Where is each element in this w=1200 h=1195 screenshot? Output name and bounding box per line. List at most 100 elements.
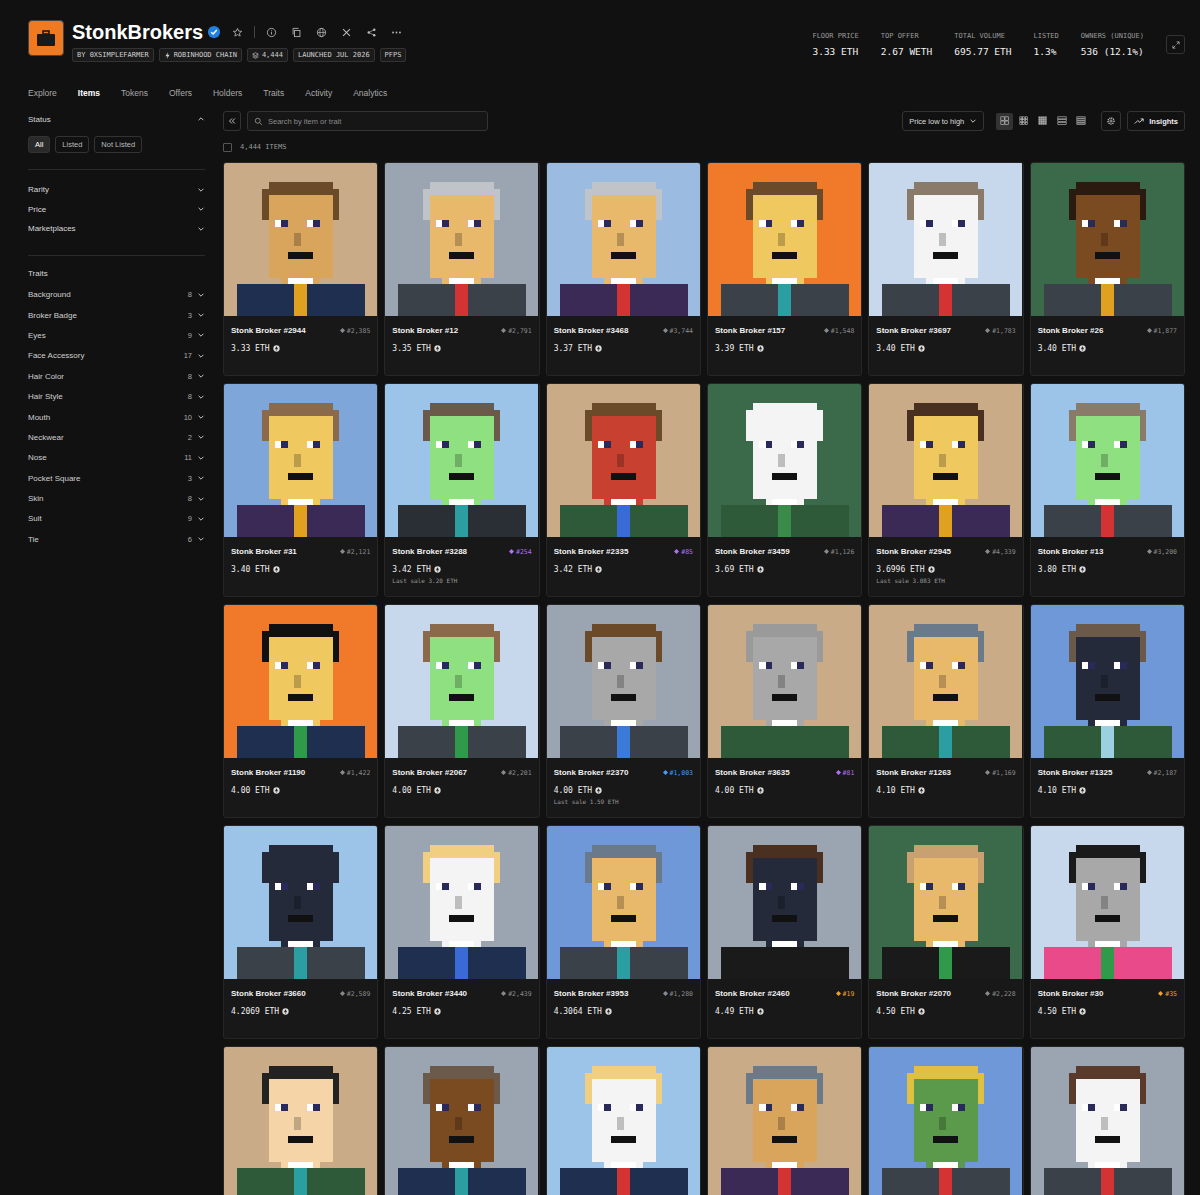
tab[interactable]: Activity bbox=[305, 88, 332, 98]
star-icon[interactable] bbox=[232, 27, 243, 38]
nft-card[interactable]: Stonk Broker #3459#1,1263.69 ETH bbox=[707, 383, 862, 597]
nft-card[interactable]: Stonk Broker #157#1,5483.39 ETH bbox=[707, 162, 862, 376]
more-icon[interactable] bbox=[391, 27, 402, 38]
expand-button[interactable] bbox=[1166, 35, 1185, 54]
nft-card[interactable] bbox=[707, 1046, 862, 1195]
trait-filter[interactable]: Pocket Square3 bbox=[28, 468, 205, 488]
trait-filter[interactable]: Nose11 bbox=[28, 448, 205, 468]
tab[interactable]: Tokens bbox=[121, 88, 148, 98]
nft-card[interactable]: Stonk Broker #2370#1,0034.00 ETHLast sal… bbox=[546, 604, 701, 818]
status-header[interactable]: Status bbox=[28, 111, 205, 126]
nft-card[interactable]: Stonk Broker #3468#3,7443.37 ETH bbox=[546, 162, 701, 376]
share-icon[interactable] bbox=[366, 27, 377, 38]
nft-card[interactable]: Stonk Broker #30#354.50 ETH bbox=[1030, 825, 1185, 1039]
nft-card[interactable]: Stonk Broker #1190#1,4224.00 ETH bbox=[223, 604, 378, 818]
nft-portrait bbox=[1031, 605, 1184, 758]
copy-icon[interactable] bbox=[291, 27, 302, 38]
item-price: 3.37 ETH bbox=[554, 344, 693, 353]
view-mode-button[interactable] bbox=[1053, 113, 1070, 130]
status-filter-button[interactable]: Listed bbox=[55, 136, 89, 153]
trait-filter[interactable]: Face Accessory17 bbox=[28, 346, 205, 366]
nft-card[interactable]: Stonk Broker #2460#194.49 ETH bbox=[707, 825, 862, 1039]
insights-button[interactable]: Insights bbox=[1127, 111, 1185, 131]
trait-filter[interactable]: Neckwear2 bbox=[28, 427, 205, 447]
item-name: Stonk Broker #3459 bbox=[715, 547, 790, 556]
nft-card[interactable] bbox=[546, 1046, 701, 1195]
card-info: Stonk Broker #2460#194.49 ETH bbox=[708, 979, 861, 1038]
nft-card[interactable]: Stonk Broker #2067#2,2014.00 ETH bbox=[384, 604, 539, 818]
view-mode-button[interactable] bbox=[1015, 113, 1032, 130]
nft-card[interactable]: Stonk Broker #3288#2543.42 ETHLast sale … bbox=[384, 383, 539, 597]
nft-card[interactable]: Stonk Broker #31#2,1213.40 ETH bbox=[223, 383, 378, 597]
tab[interactable]: Items bbox=[78, 88, 100, 98]
last-sale: Last sale 1.59 ETH bbox=[554, 798, 693, 805]
nft-card[interactable] bbox=[384, 1046, 539, 1195]
filter-section[interactable]: Marketplaces bbox=[28, 219, 205, 239]
nft-card[interactable]: Stonk Broker #3953#1,2804.3064 ETH bbox=[546, 825, 701, 1039]
trait-filter[interactable]: Tie6 bbox=[28, 529, 205, 549]
collection-logo[interactable] bbox=[28, 20, 64, 56]
info-icon[interactable] bbox=[266, 27, 277, 38]
settings-button[interactable] bbox=[1101, 111, 1121, 131]
nft-portrait bbox=[224, 826, 377, 979]
nft-portrait bbox=[547, 384, 700, 537]
nft-card[interactable]: Stonk Broker #2945#4,3393.6996 ETHLast s… bbox=[868, 383, 1023, 597]
nft-card[interactable]: Stonk Broker #3660#2,5894.2069 ETH bbox=[223, 825, 378, 1039]
filter-section[interactable]: Price bbox=[28, 200, 205, 220]
status-filter-button[interactable]: Not Listed bbox=[94, 136, 142, 153]
nft-card[interactable]: Stonk Broker #2335#853.42 ETH bbox=[546, 383, 701, 597]
nft-card[interactable]: Stonk Broker #13#3,2003.80 ETH bbox=[1030, 383, 1185, 597]
card-info: Stonk Broker #1325#2,1874.10 ETH bbox=[1031, 758, 1184, 817]
search-field[interactable]: Search by item or trait bbox=[247, 111, 488, 131]
eth-icon bbox=[273, 566, 280, 573]
nft-card[interactable] bbox=[223, 1046, 378, 1195]
view-mode-button[interactable] bbox=[1072, 113, 1089, 130]
trait-filter[interactable]: Mouth10 bbox=[28, 407, 205, 427]
trait-filter[interactable]: Hair Color8 bbox=[28, 366, 205, 386]
nft-portrait bbox=[708, 605, 861, 758]
nft-card[interactable]: Stonk Broker #3440#2,4394.25 ETH bbox=[384, 825, 539, 1039]
item-price: 4.25 ETH bbox=[392, 1007, 531, 1016]
sort-dropdown[interactable]: Price low to high bbox=[902, 111, 984, 131]
collapse-sidebar-button[interactable] bbox=[223, 111, 241, 131]
card-info: Stonk Broker #157#1,5483.39 ETH bbox=[708, 316, 861, 375]
item-name: Stonk Broker #26 bbox=[1038, 326, 1104, 335]
nft-card[interactable]: Stonk Broker #2070#2,2284.50 ETH bbox=[868, 825, 1023, 1039]
nft-card[interactable]: Stonk Broker #1325#2,1874.10 ETH bbox=[1030, 604, 1185, 818]
nft-card[interactable]: Stonk Broker #3635#814.00 ETH bbox=[707, 604, 862, 818]
item-price: 3.40 ETH bbox=[231, 565, 370, 574]
select-all-checkbox[interactable] bbox=[223, 143, 232, 152]
items-content: Search by item or trait Price low to high… bbox=[223, 111, 1185, 1195]
tab[interactable]: Traits bbox=[263, 88, 284, 98]
nft-card[interactable]: Stonk Broker #12#2,7913.35 ETH bbox=[384, 162, 539, 376]
nft-card[interactable] bbox=[868, 1046, 1023, 1195]
nft-card[interactable]: Stonk Broker #3697#1,7833.40 ETH bbox=[868, 162, 1023, 376]
trait-filter[interactable]: Eyes9 bbox=[28, 325, 205, 345]
card-info: Stonk Broker #2067#2,2014.00 ETH bbox=[385, 758, 538, 817]
diamond-icon bbox=[663, 991, 668, 996]
tab[interactable]: Holders bbox=[213, 88, 242, 98]
nft-portrait bbox=[224, 605, 377, 758]
status-filter-button[interactable]: All bbox=[28, 136, 50, 153]
trait-filter[interactable]: Hair Style8 bbox=[28, 386, 205, 406]
nft-card[interactable] bbox=[1030, 1046, 1185, 1195]
item-price: 3.33 ETH bbox=[231, 344, 370, 353]
globe-icon[interactable] bbox=[316, 27, 327, 38]
nft-portrait bbox=[1031, 163, 1184, 316]
x-logo-icon[interactable] bbox=[341, 27, 352, 38]
tab[interactable]: Explore bbox=[28, 88, 57, 98]
view-mode-button[interactable] bbox=[1034, 113, 1051, 130]
tab[interactable]: Analytics bbox=[353, 88, 387, 98]
trait-filter[interactable]: Broker Badge3 bbox=[28, 305, 205, 325]
filter-section[interactable]: Rarity bbox=[28, 180, 205, 200]
trait-filter[interactable]: Skin8 bbox=[28, 488, 205, 508]
nft-card[interactable]: Stonk Broker #1263#1,1694.10 ETH bbox=[868, 604, 1023, 818]
trait-filter[interactable]: Background8 bbox=[28, 285, 205, 305]
nft-card[interactable]: Stonk Broker #26#1,8773.40 ETH bbox=[1030, 162, 1185, 376]
item-price: 4.50 ETH bbox=[876, 1007, 1015, 1016]
nft-card[interactable]: Stonk Broker #2944#2,3853.33 ETH bbox=[223, 162, 378, 376]
tab[interactable]: Offers bbox=[169, 88, 192, 98]
view-mode-button[interactable] bbox=[996, 113, 1013, 130]
stat: TOTAL VOLUME695.77 ETH bbox=[954, 32, 1011, 57]
trait-filter[interactable]: Suit9 bbox=[28, 509, 205, 529]
